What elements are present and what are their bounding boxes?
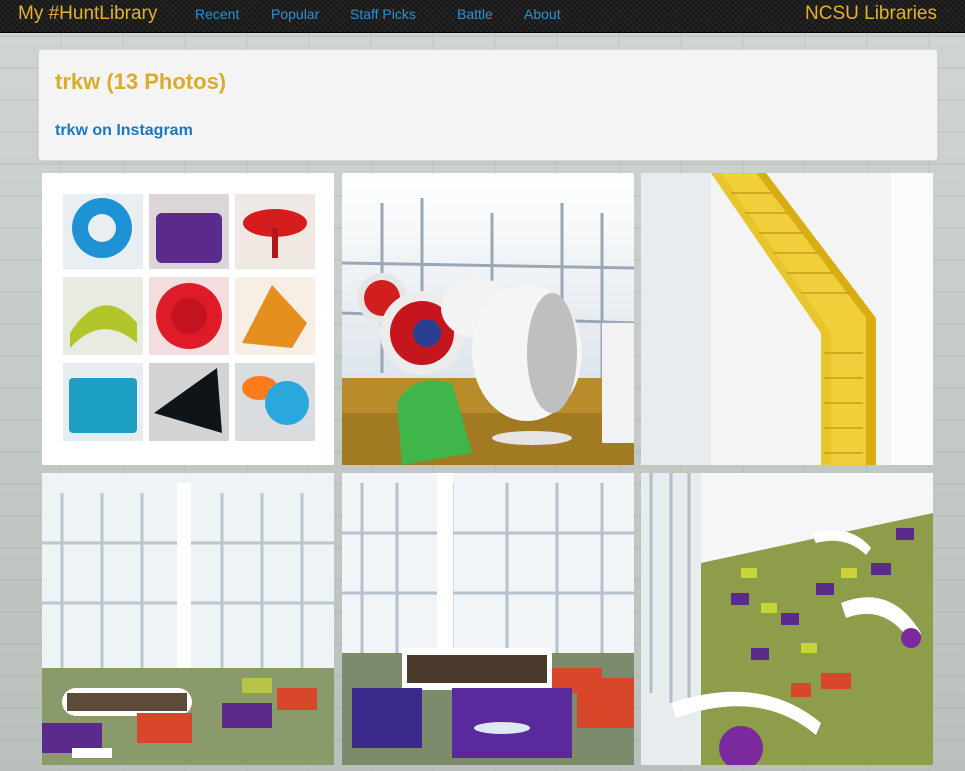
photo-thumbnail-reading-room[interactable]	[42, 473, 334, 765]
reading-room-image	[42, 473, 334, 765]
nav-link-popular[interactable]: Popular	[271, 6, 319, 22]
profile-header: trkw (13 Photos) trkw on Instagram	[38, 49, 938, 161]
nav-link-about[interactable]: About	[524, 6, 561, 22]
photo-thumbnail-chair-collage[interactable]	[42, 173, 334, 465]
brand-link[interactable]: My #HuntLibrary	[18, 3, 157, 25]
aerial-seating-image	[641, 473, 933, 765]
nav-link-staff-picks[interactable]: Staff Picks	[350, 6, 416, 22]
ball-chairs-image	[342, 173, 634, 465]
ncsu-libraries-link[interactable]: NCSU Libraries	[805, 3, 937, 25]
nav-link-recent[interactable]: Recent	[195, 6, 239, 22]
photo-thumbnail-aerial-seating[interactable]	[641, 473, 933, 765]
nav-link-battle[interactable]: Battle	[457, 6, 493, 22]
page-title: trkw (13 Photos)	[55, 69, 227, 94]
yellow-staircase-image	[641, 173, 933, 465]
photo-thumbnail-yellow-staircase[interactable]	[641, 173, 933, 465]
purple-sofas-image	[342, 473, 634, 765]
photo-thumbnail-ball-chairs[interactable]	[342, 173, 634, 465]
instagram-link[interactable]: trkw on Instagram	[55, 122, 193, 140]
photo-thumbnail-purple-sofas[interactable]	[342, 473, 634, 765]
chair-collage-image	[42, 173, 334, 465]
top-navbar: My #HuntLibrary Recent Popular Staff Pic…	[0, 0, 965, 33]
